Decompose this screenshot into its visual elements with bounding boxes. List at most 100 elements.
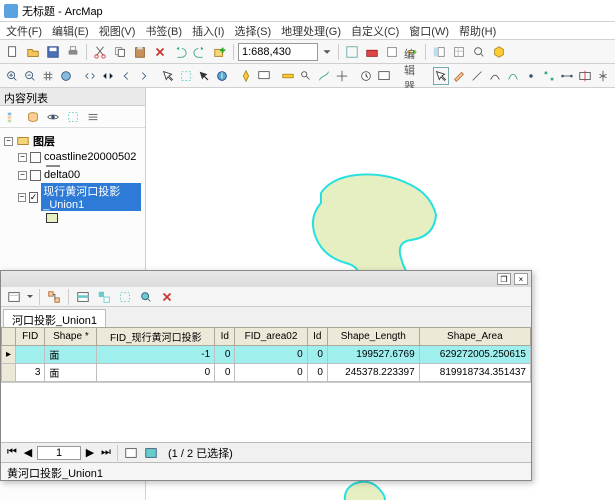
paste-button[interactable] (131, 43, 149, 61)
cell[interactable]: 3 (16, 364, 45, 382)
menu-selection[interactable]: 选择(S) (234, 23, 271, 39)
table-row-selected[interactable]: ▸ 面 -1 0 0 0 199527.6769 629272005.25061… (2, 346, 531, 364)
layer-symbol-union[interactable] (4, 212, 141, 224)
list-by-source-icon[interactable] (24, 108, 42, 126)
pan-icon[interactable] (40, 67, 56, 85)
collapse-icon[interactable]: − (18, 171, 27, 180)
collapse-icon[interactable]: − (4, 137, 13, 146)
menu-customize[interactable]: 自定义(C) (351, 23, 399, 39)
table-row[interactable]: 3 面 0 0 0 0 245378.223397 819918734.3514… (2, 364, 531, 382)
cell[interactable]: 0 (307, 364, 327, 382)
cut-polygons-icon[interactable] (577, 67, 593, 85)
clear-selection-icon[interactable] (116, 288, 134, 306)
trace-icon[interactable] (505, 67, 521, 85)
last-record-button[interactable]: ⏭ (99, 446, 113, 460)
forward-extent-icon[interactable] (136, 67, 152, 85)
row-header[interactable]: ▸ (2, 346, 16, 364)
html-popup-icon[interactable] (256, 67, 272, 85)
column-header[interactable]: Id (215, 328, 235, 346)
identify-icon[interactable]: i (214, 67, 230, 85)
arc-toolbox-icon[interactable] (490, 43, 508, 61)
cell[interactable]: 面 (45, 346, 97, 364)
cell[interactable]: 0 (215, 364, 235, 382)
layer-node-coastline[interactable]: − coastline20000502 (4, 150, 141, 164)
first-record-button[interactable]: ⏮ (5, 446, 19, 460)
cell[interactable]: 0 (97, 364, 215, 382)
row-header[interactable] (2, 364, 16, 382)
zoom-in-icon[interactable] (4, 67, 20, 85)
select-by-attributes-icon[interactable] (74, 288, 92, 306)
back-extent-icon[interactable] (118, 67, 134, 85)
menu-file[interactable]: 文件(F) (6, 23, 42, 39)
cut-button[interactable] (91, 43, 109, 61)
menu-edit[interactable]: 编辑(E) (52, 23, 89, 39)
layer-node-union[interactable]: − ✓ 现行黄河口投影_Union1 (4, 182, 141, 212)
menu-help[interactable]: 帮助(H) (459, 23, 496, 39)
scale-input[interactable]: 1:688,430 (238, 43, 318, 61)
column-header[interactable]: Shape * (45, 328, 97, 346)
edit-tool-icon[interactable] (433, 67, 449, 85)
attribute-bottom-tab[interactable]: 黄河口投影_Union1 (1, 462, 531, 480)
reshape-icon[interactable] (559, 67, 575, 85)
zoom-out-icon[interactable] (22, 67, 38, 85)
layer-node-delta[interactable]: − delta00 (4, 168, 141, 182)
menu-windows[interactable]: 窗口(W) (409, 23, 449, 39)
open-button[interactable] (24, 43, 42, 61)
cell[interactable]: 245378.223397 (327, 364, 419, 382)
prev-record-button[interactable]: ◀ (21, 446, 35, 460)
save-button[interactable] (44, 43, 62, 61)
collapse-icon[interactable]: − (18, 153, 27, 162)
select-elements-icon[interactable] (196, 67, 212, 85)
time-slider-icon[interactable] (358, 67, 374, 85)
related-tables-icon[interactable] (45, 288, 63, 306)
fixed-zoom-out-icon[interactable] (100, 67, 116, 85)
column-header[interactable]: FID_现行黄河口投影 (97, 328, 215, 346)
print-button[interactable] (64, 43, 82, 61)
measure-icon[interactable] (280, 67, 296, 85)
clear-selection-icon[interactable] (178, 67, 194, 85)
new-button[interactable] (4, 43, 22, 61)
cell[interactable]: 819918734.351437 (419, 364, 530, 382)
attribute-window-titlebar[interactable]: ❐ × (1, 271, 531, 287)
column-header[interactable]: FID (16, 328, 45, 346)
column-header[interactable]: Id (307, 328, 327, 346)
delete-button[interactable] (151, 43, 169, 61)
cell[interactable] (16, 346, 45, 364)
next-record-button[interactable]: ▶ (83, 446, 97, 460)
column-header[interactable]: Shape_Area (419, 328, 530, 346)
cell[interactable]: 0 (307, 346, 327, 364)
add-data-button[interactable] (211, 43, 229, 61)
scale-dropdown-icon[interactable] (320, 45, 334, 59)
collapse-icon[interactable]: − (18, 193, 26, 202)
tree-root[interactable]: − 图层 (4, 132, 141, 150)
straight-segment-icon[interactable] (469, 67, 485, 85)
go-to-xy-icon[interactable] (334, 67, 350, 85)
search-icon[interactable] (470, 43, 488, 61)
show-all-records-icon[interactable] (122, 444, 140, 462)
edit-annotation-icon[interactable] (451, 67, 467, 85)
fixed-zoom-in-icon[interactable] (82, 67, 98, 85)
redo-button[interactable] (191, 43, 209, 61)
copy-button[interactable] (111, 43, 129, 61)
checkbox-checked[interactable]: ✓ (29, 192, 39, 203)
column-header[interactable]: Shape_Length (327, 328, 419, 346)
undo-button[interactable] (171, 43, 189, 61)
find-route-icon[interactable] (316, 67, 332, 85)
point-icon[interactable] (523, 67, 539, 85)
delete-selected-icon[interactable] (158, 288, 176, 306)
list-by-visibility-icon[interactable] (44, 108, 62, 126)
arc-segment-icon[interactable] (487, 67, 503, 85)
cell[interactable]: 629272005.250615 (419, 346, 530, 364)
menu-bookmarks[interactable]: 书签(B) (145, 23, 182, 39)
cell[interactable]: -1 (97, 346, 215, 364)
table-of-contents-icon[interactable] (430, 43, 448, 61)
toolbox-icon[interactable] (363, 43, 381, 61)
menu-geoprocessing[interactable]: 地理处理(G) (281, 23, 341, 39)
cell[interactable]: 0 (235, 364, 307, 382)
select-features-icon[interactable] (160, 67, 176, 85)
python-icon[interactable] (383, 43, 401, 61)
full-extent-icon[interactable] (58, 67, 74, 85)
cell[interactable]: 0 (235, 346, 307, 364)
restore-button[interactable]: ❐ (497, 273, 511, 285)
switch-selection-icon[interactable] (95, 288, 113, 306)
